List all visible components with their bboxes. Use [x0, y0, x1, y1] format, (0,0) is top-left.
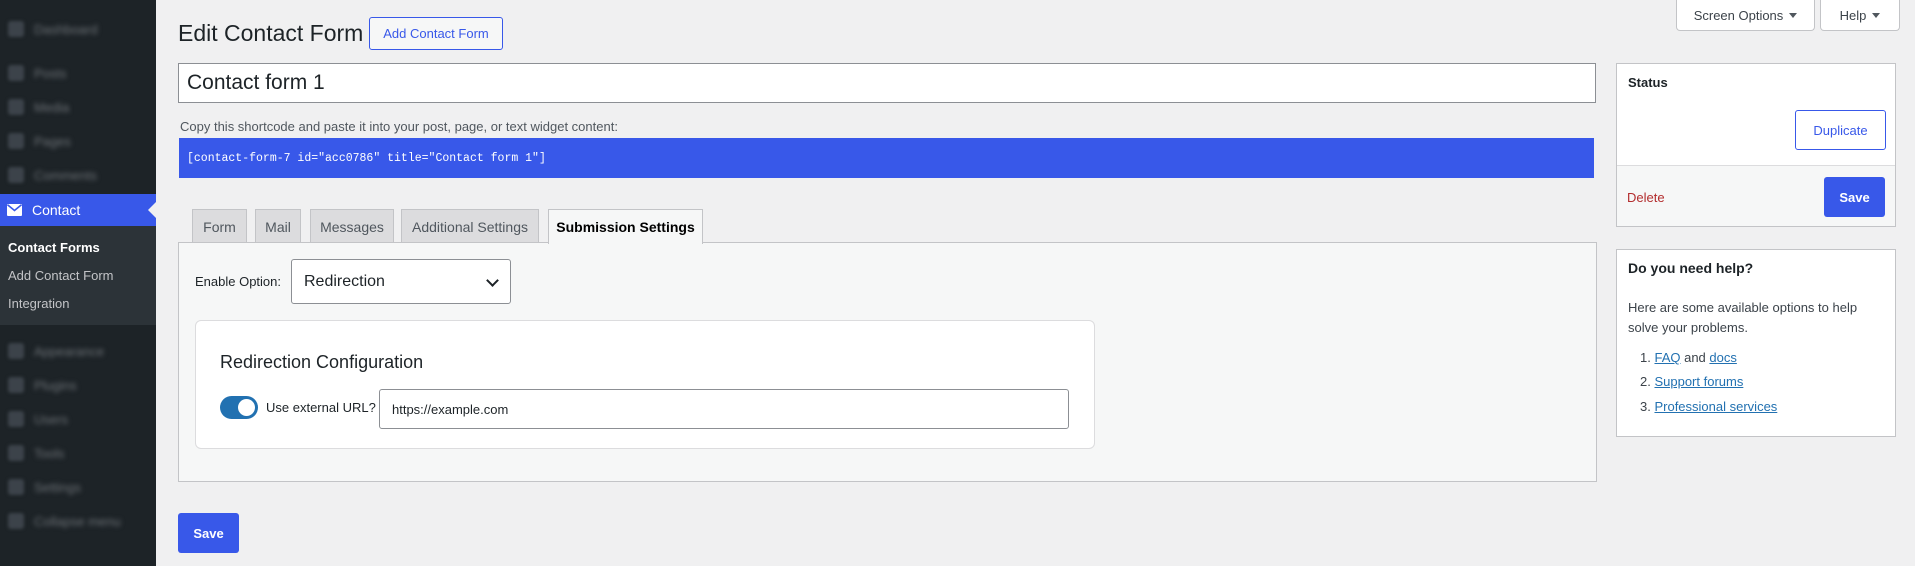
page-title: Edit Contact Form — [178, 20, 364, 46]
add-contact-form-button[interactable]: Add Contact Form — [369, 17, 503, 50]
caret-down-icon — [1872, 12, 1881, 18]
submenu-add-contact-form[interactable]: Add Contact Form — [8, 268, 114, 283]
sidebar-item-posts[interactable]: Posts — [0, 56, 156, 90]
collapse-icon — [8, 513, 24, 529]
sidebar-item-settings[interactable]: Settings — [0, 470, 156, 504]
envelope-icon — [6, 204, 23, 216]
plugin-icon — [8, 377, 24, 393]
dashboard-icon — [8, 21, 24, 37]
help-item-number: 3. — [1640, 399, 1651, 414]
help-item-professional: 3. Professional services — [1640, 399, 1777, 414]
professional-services-link[interactable]: Professional services — [1654, 399, 1777, 414]
sidebar-item-comments[interactable]: Comments — [0, 158, 156, 192]
sidebar-item-label: Appearance — [34, 343, 105, 359]
chevron-down-icon — [486, 274, 499, 287]
caret-down-icon — [1789, 12, 1798, 18]
tab-mail[interactable]: Mail — [255, 209, 301, 243]
help-item-text: and — [1680, 350, 1710, 365]
delete-link[interactable]: Delete — [1627, 190, 1665, 205]
submenu-integration[interactable]: Integration — [8, 296, 69, 311]
sidebar-item-label: Media — [34, 99, 70, 115]
comment-icon — [8, 167, 24, 183]
settings-icon — [8, 479, 24, 495]
shortcode-hint: Copy this shortcode and paste it into yo… — [180, 119, 618, 134]
sidebar-item-tools[interactable]: Tools — [0, 436, 156, 470]
wrench-icon — [8, 445, 24, 461]
status-save-button[interactable]: Save — [1824, 177, 1885, 217]
sidebar-item-label: Plugins — [34, 377, 77, 393]
sidebar-item-pages[interactable]: Pages — [0, 124, 156, 158]
enable-option-value: Redirection — [304, 272, 385, 290]
sidebar-item-label: Dashboard — [34, 21, 98, 37]
sidebar-item-dashboard[interactable]: Dashboard — [0, 12, 156, 46]
sidebar-item-label: Pages — [34, 133, 71, 149]
users-icon — [8, 411, 24, 427]
sidebar-item-media[interactable]: Media — [0, 90, 156, 124]
sidebar-item-contact[interactable]: Contact — [0, 194, 156, 226]
toggle-knob — [238, 399, 255, 416]
tab-additional-settings[interactable]: Additional Settings — [401, 209, 539, 243]
redirection-config-title: Redirection Configuration — [220, 352, 424, 372]
sidebar-item-collapse[interactable]: Collapse menu — [0, 504, 156, 538]
external-url-label: Use external URL? — [266, 400, 376, 415]
help-item-number: 1. — [1640, 350, 1651, 365]
tab-messages[interactable]: Messages — [310, 209, 394, 243]
sidebar-item-plugins[interactable]: Plugins — [0, 368, 156, 402]
contact-submenu: Contact Forms Add Contact Form Integrati… — [0, 226, 156, 325]
help-item-support: 2. Support forums — [1640, 374, 1743, 389]
help-item-number: 2. — [1640, 374, 1651, 389]
sidebar-item-appearance[interactable]: Appearance — [0, 334, 156, 368]
sidebar-item-label: Collapse menu — [34, 513, 121, 529]
sidebar-item-users[interactable]: Users — [0, 402, 156, 436]
form-title-input[interactable]: Contact form 1 — [178, 63, 1596, 103]
admin-sidebar: Dashboard Posts Media Pages Comments Con… — [0, 0, 156, 566]
screen-options-button[interactable]: Screen Options — [1676, 0, 1815, 31]
sidebar-item-label: Settings — [34, 479, 81, 495]
tab-submission-settings[interactable]: Submission Settings — [548, 209, 703, 244]
pin-icon — [8, 65, 24, 81]
tab-form[interactable]: Form — [192, 209, 247, 243]
shortcode-field[interactable]: [contact-form-7 id="acc0786" title="Cont… — [179, 138, 1594, 178]
sidebar-item-label: Contact — [32, 202, 81, 218]
external-url-input[interactable]: https://example.com — [379, 389, 1069, 429]
save-button[interactable]: Save — [178, 513, 239, 553]
current-menu-arrow — [148, 202, 156, 218]
help-button[interactable]: Help — [1820, 0, 1900, 31]
screen-options-label: Screen Options — [1693, 7, 1784, 23]
faq-link[interactable]: FAQ — [1654, 350, 1680, 365]
sidebar-item-label: Users — [34, 411, 68, 427]
status-title: Status — [1628, 75, 1668, 90]
help-text: Here are some available options to help … — [1628, 300, 1858, 335]
sidebar-item-label: Tools — [34, 445, 65, 461]
help-item-faq: 1. FAQ and docs — [1640, 350, 1737, 365]
redirection-config-box — [195, 320, 1095, 449]
duplicate-button[interactable]: Duplicate — [1795, 110, 1886, 150]
help-title: Do you need help? — [1628, 260, 1754, 276]
brush-icon — [8, 343, 24, 359]
submenu-contact-forms[interactable]: Contact Forms — [8, 240, 100, 255]
media-icon — [8, 99, 24, 115]
docs-link[interactable]: docs — [1709, 350, 1736, 365]
enable-option-label: Enable Option: — [195, 274, 282, 289]
external-url-toggle[interactable] — [220, 396, 258, 419]
sidebar-item-label: Comments — [34, 167, 97, 183]
page-icon — [8, 133, 24, 149]
sidebar-item-label: Posts — [34, 65, 67, 81]
support-forums-link[interactable]: Support forums — [1654, 374, 1743, 389]
enable-option-select[interactable]: Redirection — [291, 259, 511, 304]
help-label: Help — [1839, 7, 1867, 23]
